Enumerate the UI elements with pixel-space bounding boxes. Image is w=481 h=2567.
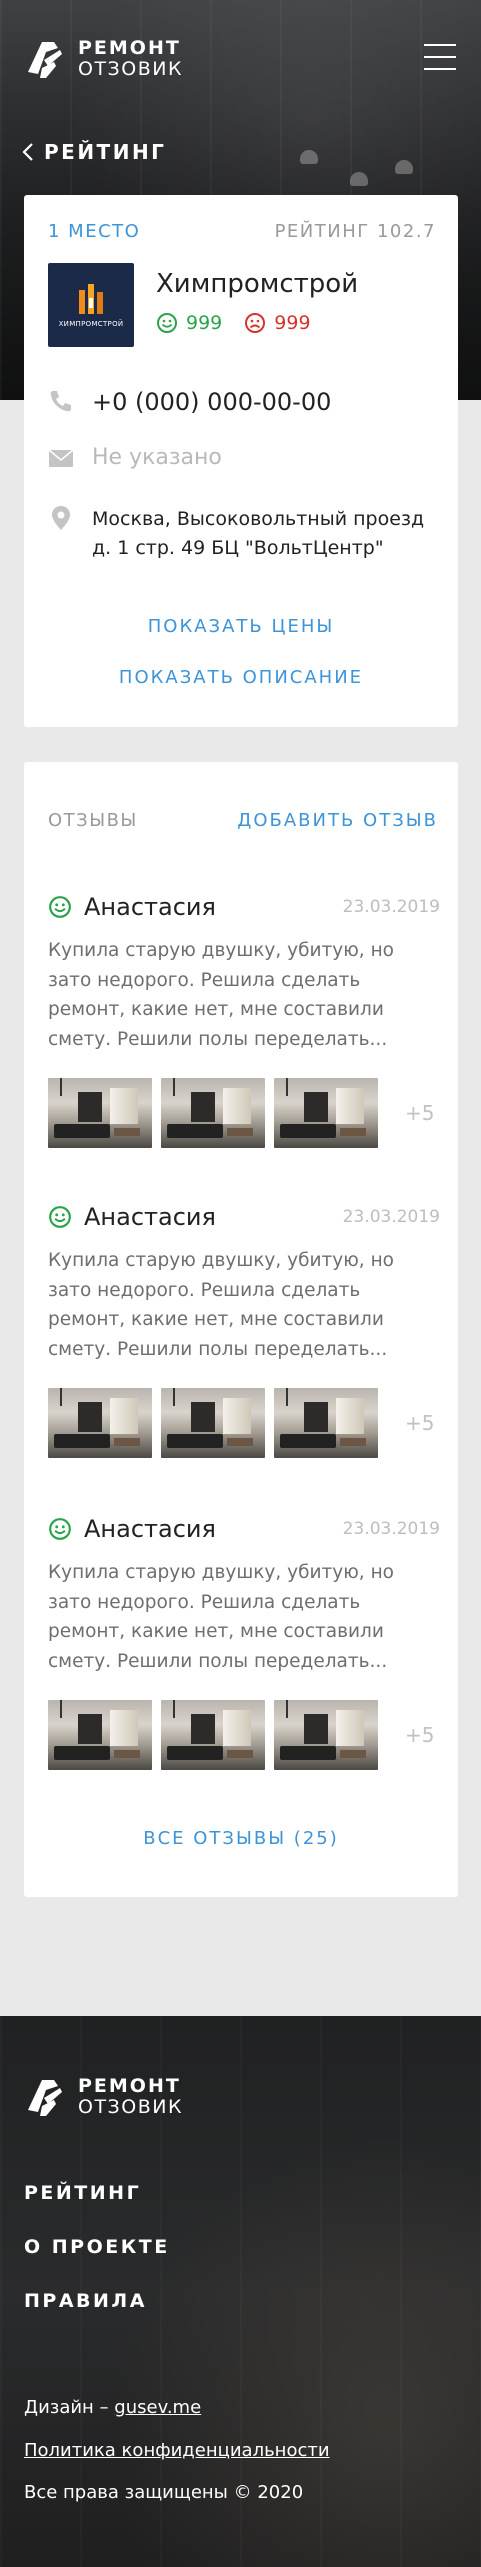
back-to-rating-link[interactable]: РЕЙТИНГ bbox=[22, 140, 166, 164]
more-photos-link[interactable]: +5 bbox=[405, 1101, 434, 1125]
envelope-icon bbox=[48, 449, 74, 467]
footer-link-about[interactable]: О ПРОЕКТЕ bbox=[24, 2236, 170, 2258]
ceiling-lamp bbox=[395, 160, 413, 174]
reviews-card: ОТЗЫВЫ ДОБАВИТЬ ОТЗЫВ Анастасия 23.03.20… bbox=[24, 762, 458, 1897]
votes: 999 999 bbox=[156, 312, 311, 334]
footer-logo-title: РЕМОНТ bbox=[78, 2075, 181, 2097]
email-value: Не указано bbox=[92, 445, 222, 470]
page: РЕМОНТ ОТЗОВИК РЕЙТИНГ 1 МЕСТО РЕЙТИНГ 1… bbox=[0, 0, 481, 2567]
all-reviews-button[interactable]: ВСЕ ОТЗЫВЫ (25) bbox=[24, 1828, 458, 1849]
review-photo[interactable] bbox=[48, 1700, 152, 1770]
footer-nav: РЕЙТИНГ О ПРОЕКТЕ ПРАВИЛА bbox=[24, 2182, 170, 2344]
review-photo[interactable] bbox=[274, 1388, 378, 1458]
privacy-link[interactable]: Политика конфиденциальности bbox=[24, 2440, 330, 2462]
logo-subtitle: ОТЗОВИК bbox=[78, 58, 183, 81]
chevron-left-icon bbox=[22, 143, 33, 161]
review-date: 23.03.2019 bbox=[342, 1519, 440, 1539]
footer: РЕМОНТ ОТЗОВИК РЕЙТИНГ О ПРОЕКТЕ ПРАВИЛА… bbox=[0, 2016, 481, 2567]
review-date: 23.03.2019 bbox=[342, 1207, 440, 1227]
review-author: Анастасия bbox=[84, 893, 216, 921]
copyright: Все права защищены © 2020 bbox=[24, 2482, 304, 2504]
back-label: РЕЙТИНГ bbox=[44, 140, 167, 164]
review-author: Анастасия bbox=[84, 1515, 216, 1543]
positive-votes: 999 bbox=[156, 312, 222, 334]
rating-value: РЕЙТИНГ 102.7 bbox=[274, 221, 436, 242]
smile-icon bbox=[49, 1206, 71, 1228]
company-logo-caption: ХИМПРОМСТРОЙ bbox=[58, 320, 124, 328]
ceiling-lamp bbox=[350, 172, 368, 186]
negative-count: 999 bbox=[274, 312, 311, 334]
more-photos-link[interactable]: +5 bbox=[405, 1411, 434, 1435]
logo-roller-icon bbox=[28, 2080, 62, 2117]
review-photo[interactable] bbox=[161, 1078, 265, 1148]
review-photo[interactable] bbox=[48, 1078, 152, 1148]
footer-logo-subtitle: ОТЗОВИК bbox=[78, 2096, 183, 2119]
footer-link-rules[interactable]: ПРАВИЛА bbox=[24, 2290, 170, 2312]
footer-logo[interactable]: РЕМОНТ ОТЗОВИК bbox=[24, 2075, 183, 2119]
reviews-title: ОТЗЫВЫ bbox=[48, 810, 138, 831]
smile-icon bbox=[157, 313, 177, 333]
negative-votes: 999 bbox=[244, 312, 311, 334]
company-logo: ХИМПРОМСТРОЙ bbox=[48, 263, 134, 347]
design-prefix: Дизайн – bbox=[24, 2397, 115, 2418]
location-pin-icon bbox=[52, 506, 70, 530]
address-row: Москва, Высоковольтный проезд д. 1 стр. … bbox=[48, 505, 432, 564]
sad-icon bbox=[245, 313, 266, 333]
review-date: 23.03.2019 bbox=[342, 897, 440, 917]
review-photo[interactable] bbox=[48, 1388, 152, 1458]
review-item: Анастасия 23.03.2019 Купила старую двушк… bbox=[48, 890, 440, 1170]
company-name: Химпромстрой bbox=[156, 269, 359, 299]
phone-number: +0 (000) 000-00-00 bbox=[92, 388, 332, 416]
logo-roller-icon bbox=[28, 42, 62, 79]
phone-row[interactable]: +0 (000) 000-00-00 bbox=[48, 388, 331, 416]
review-photo[interactable] bbox=[161, 1388, 265, 1458]
review-photo[interactable] bbox=[274, 1078, 378, 1148]
review-text: Купила старую двушку, убитую, но зато не… bbox=[48, 1562, 394, 1672]
review-text: Купила старую двушку, убитую, но зато не… bbox=[48, 1250, 394, 1360]
site-logo[interactable]: РЕМОНТ ОТЗОВИК bbox=[24, 37, 183, 81]
review-item: Анастасия 23.03.2019 Купила старую двушк… bbox=[48, 1200, 440, 1480]
menu-icon[interactable] bbox=[424, 44, 456, 70]
company-logo-mark bbox=[79, 284, 103, 314]
smile-icon bbox=[49, 1518, 71, 1540]
review-author: Анастасия bbox=[84, 1203, 216, 1231]
more-photos-link[interactable]: +5 bbox=[405, 1723, 434, 1747]
logo-title: РЕМОНТ bbox=[78, 37, 181, 59]
review-photos: +5 bbox=[48, 1388, 434, 1458]
show-description-button[interactable]: ПОКАЗАТЬ ОПИСАНИЕ bbox=[24, 667, 458, 688]
review-text: Купила старую двушку, убитую, но зато не… bbox=[48, 940, 394, 1050]
email-row: Не указано bbox=[48, 445, 222, 471]
ceiling-lamp bbox=[300, 150, 318, 164]
add-review-button[interactable]: ДОБАВИТЬ ОТЗЫВ bbox=[237, 810, 438, 831]
review-photo[interactable] bbox=[274, 1700, 378, 1770]
design-link[interactable]: gusev.me bbox=[114, 2397, 201, 2418]
review-photos: +5 bbox=[48, 1700, 434, 1770]
phone-icon bbox=[50, 391, 71, 412]
footer-link-rating[interactable]: РЕЙТИНГ bbox=[24, 2182, 170, 2204]
show-prices-button[interactable]: ПОКАЗАТЬ ЦЕНЫ bbox=[24, 616, 458, 637]
review-photos: +5 bbox=[48, 1078, 434, 1148]
review-photo[interactable] bbox=[161, 1700, 265, 1770]
positive-count: 999 bbox=[186, 312, 223, 334]
company-card: 1 МЕСТО РЕЙТИНГ 102.7 ХИМПРОМСТРОЙ Химпр… bbox=[24, 195, 458, 727]
smile-icon bbox=[49, 896, 71, 918]
place-badge: 1 МЕСТО bbox=[48, 221, 141, 242]
design-credit: Дизайн – gusev.me bbox=[24, 2397, 330, 2419]
address-value: Москва, Высоковольтный проезд д. 1 стр. … bbox=[92, 508, 425, 560]
review-item: Анастасия 23.03.2019 Купила старую двушк… bbox=[48, 1512, 440, 1792]
footer-meta: Дизайн – gusev.me Политика конфиденциаль… bbox=[24, 2397, 330, 2525]
